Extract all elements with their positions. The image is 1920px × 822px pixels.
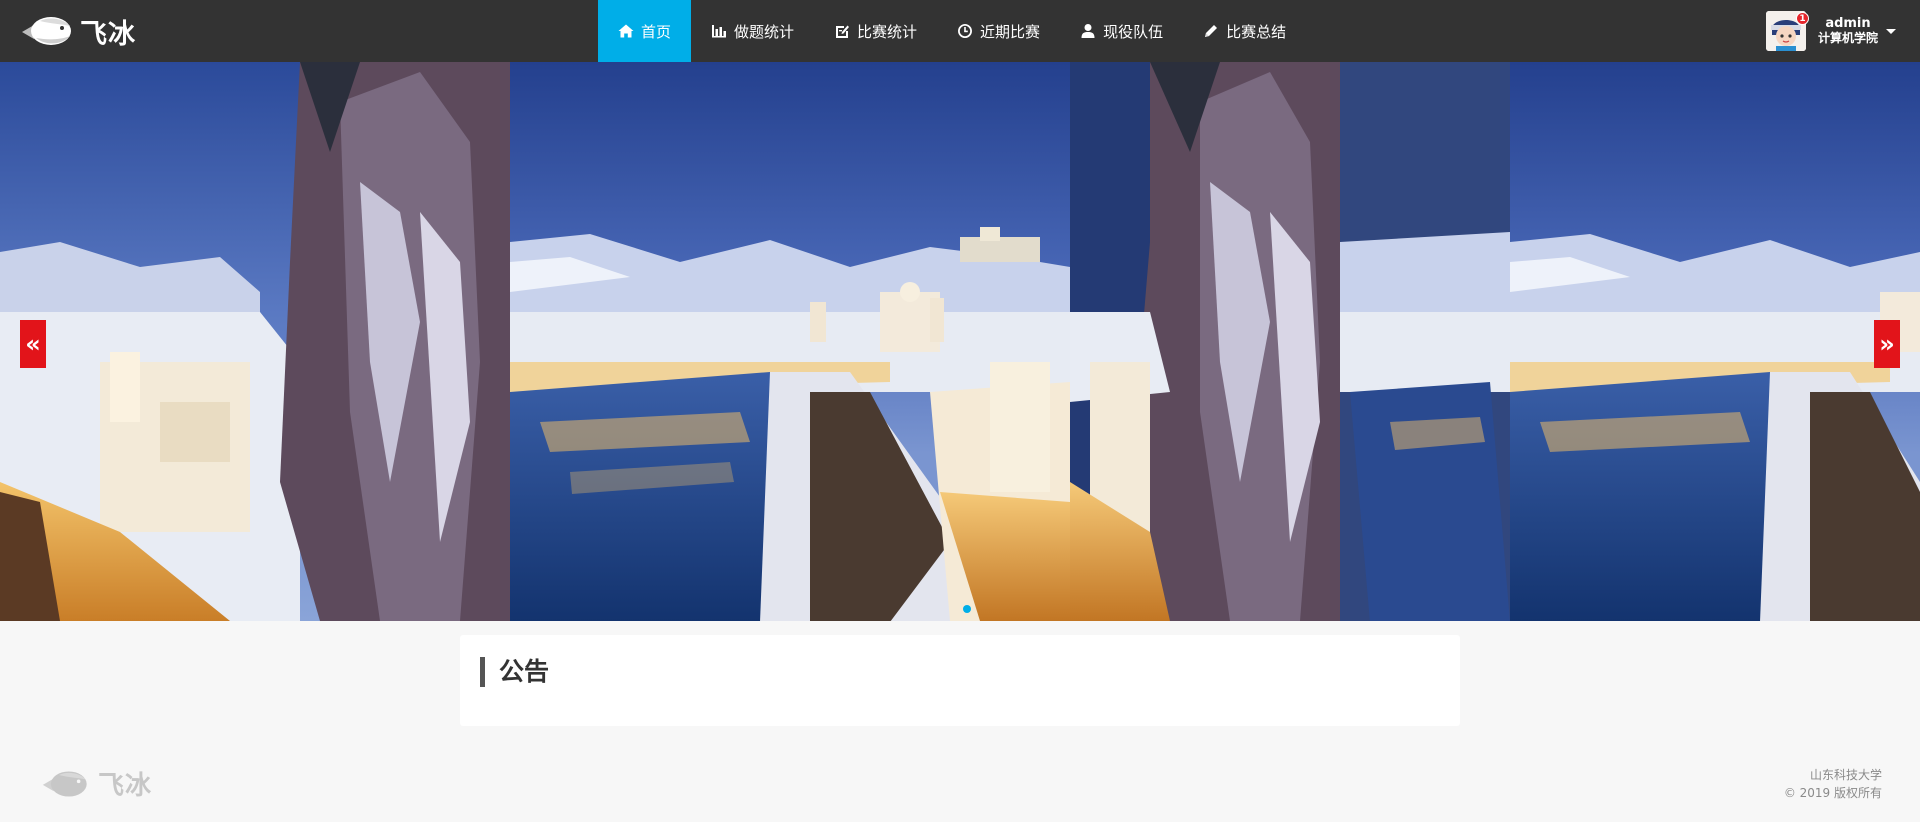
nav-home[interactable]: 首页	[598, 0, 692, 62]
notification-badge: 1	[1795, 12, 1809, 25]
bar-chart-icon	[711, 23, 727, 39]
nav-recent-contests-label: 近期比赛	[980, 22, 1041, 41]
footer-copyright-text: © 2019 版权所有	[1783, 786, 1882, 800]
footer-logo-text: 飞冰	[98, 771, 153, 801]
logo-text: 飞冰	[80, 18, 136, 50]
city-scene-image	[0, 62, 510, 621]
carousel-slide-next	[1510, 62, 1920, 621]
clock-icon	[957, 23, 973, 39]
city-scene-image	[510, 62, 1510, 621]
logo[interactable]: 飞冰	[20, 12, 136, 50]
top-navbar: 飞冰 首页 做题统计 比赛统计 近期比赛 现役队伍 比赛总结 1 admin 计…	[0, 0, 1920, 62]
user-info[interactable]: admin 计算机学院	[1818, 16, 1878, 46]
nav-contest-summary-label: 比赛总结	[1226, 22, 1287, 41]
footer-logo: 飞冰	[38, 765, 152, 802]
note-icon	[834, 23, 850, 39]
banner-carousel: « »	[0, 62, 1920, 621]
carousel-slide-prev	[0, 62, 510, 621]
main-nav: 首页 做题统计 比赛统计 近期比赛 现役队伍 比赛总结	[598, 0, 1306, 62]
carousel-prev-button[interactable]: «	[20, 320, 46, 368]
user-org: 计算机学院	[1817, 31, 1878, 45]
nav-home-label: 首页	[641, 22, 672, 41]
nav-contest-stats[interactable]: 比赛统计	[814, 0, 937, 62]
home-icon	[618, 23, 634, 39]
footer-copyright: 山东科技大学 © 2019 版权所有	[1784, 766, 1882, 802]
user-icon	[1080, 23, 1096, 39]
avatar[interactable]: 1	[1765, 11, 1809, 51]
city-scene-image	[1510, 62, 1920, 621]
nav-contest-summary[interactable]: 比赛总结	[1183, 0, 1306, 62]
nav-active-teams[interactable]: 现役队伍	[1060, 0, 1183, 62]
fish-logo-icon	[22, 17, 71, 45]
nav-problem-stats[interactable]: 做题统计	[691, 0, 814, 62]
fish-logo-icon	[42, 770, 87, 797]
user-name: admin	[1825, 16, 1871, 31]
carousel-next-button[interactable]: »	[1874, 320, 1900, 368]
user-menu[interactable]: 1 admin 计算机学院	[1765, 9, 1896, 53]
caret-down-icon[interactable]	[1886, 28, 1896, 34]
footer-university: 山东科技大学	[1809, 768, 1882, 782]
nav-active-teams-label: 现役队伍	[1103, 22, 1164, 41]
notice-title: 公告	[480, 657, 549, 687]
notice-card: 公告	[460, 635, 1460, 726]
nav-problem-stats-label: 做题统计	[734, 22, 795, 41]
pencil-icon	[1203, 23, 1219, 39]
carousel-slide-active	[510, 62, 1510, 621]
nav-contest-stats-label: 比赛统计	[857, 22, 918, 41]
nav-recent-contests[interactable]: 近期比赛	[937, 0, 1060, 62]
carousel-dot-1[interactable]	[963, 605, 971, 613]
